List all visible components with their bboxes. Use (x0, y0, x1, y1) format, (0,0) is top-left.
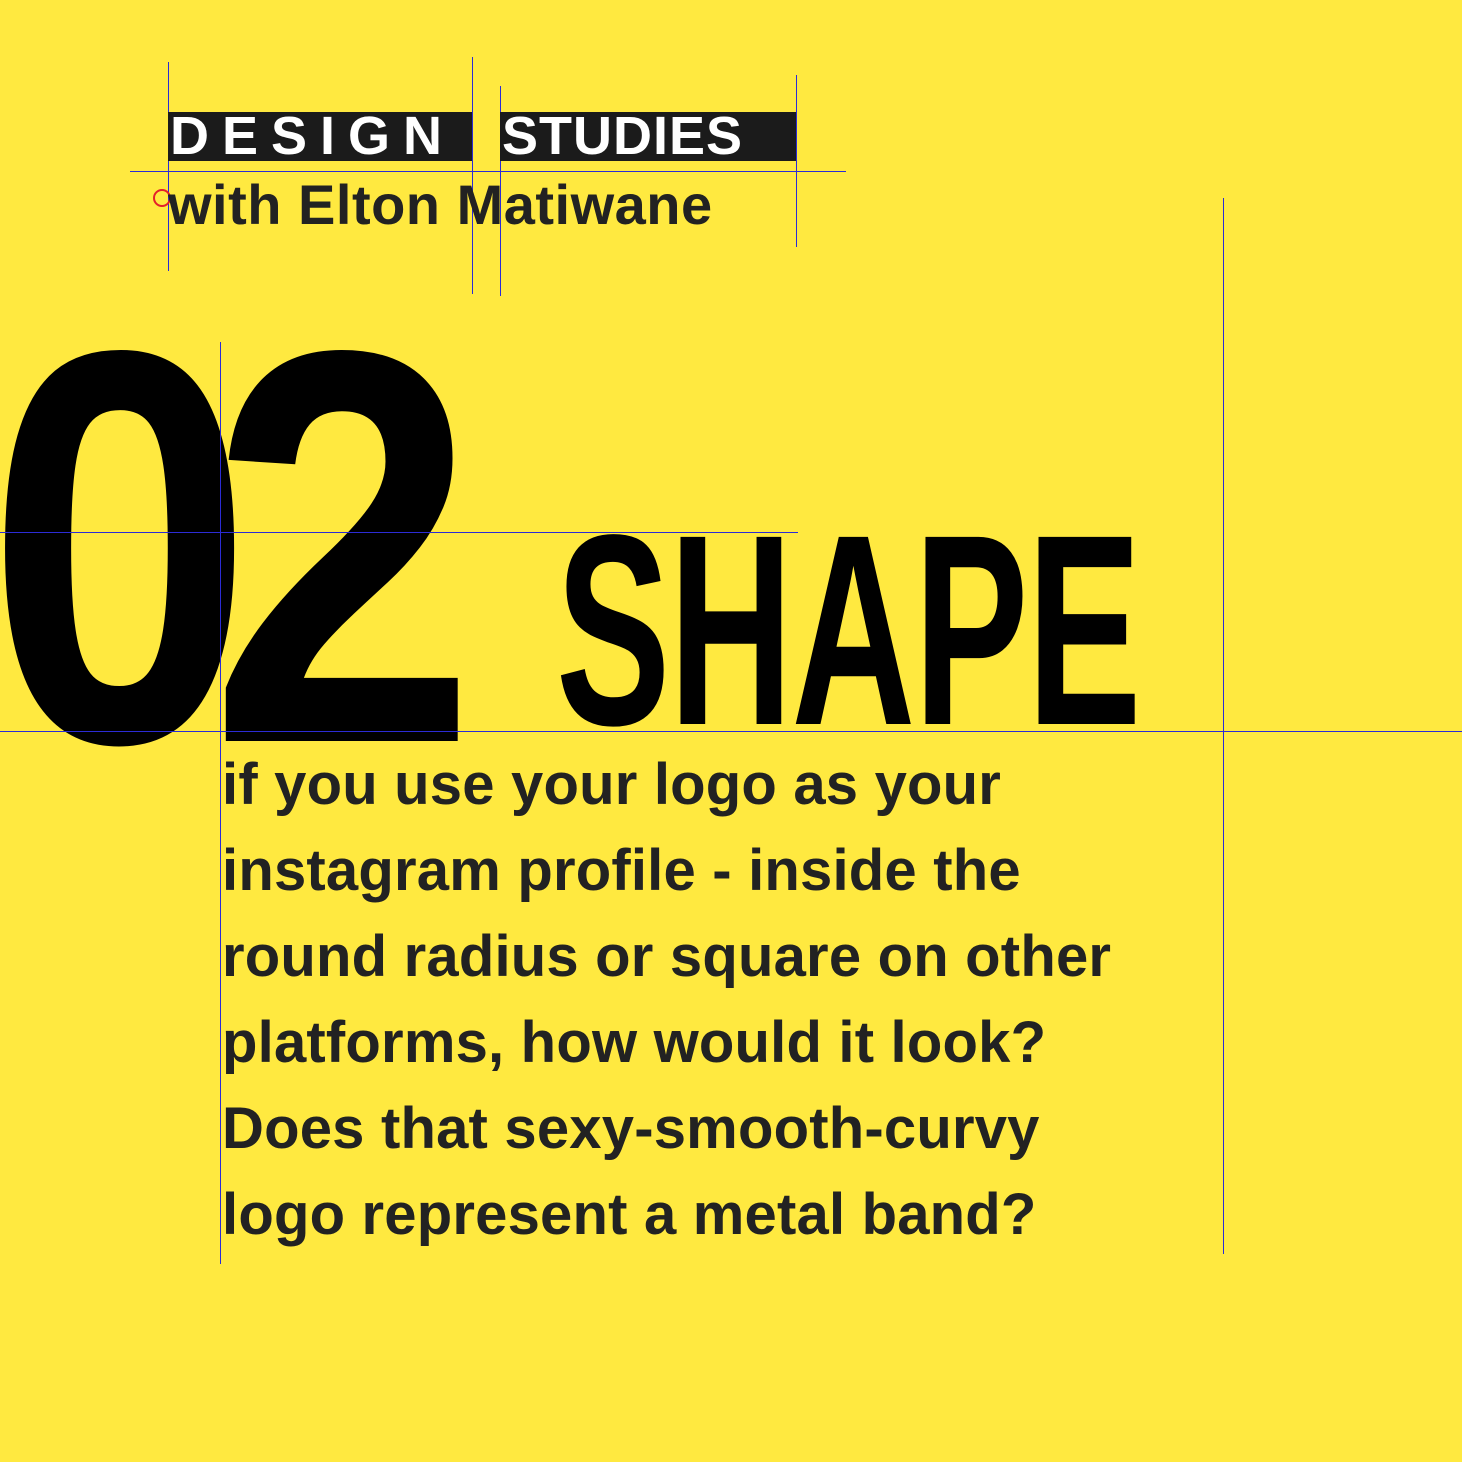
body-line: instagram profile - inside the (222, 838, 1021, 903)
body-line: round radius or square on other (222, 924, 1112, 989)
body-line: if you use your logo as your (222, 752, 1002, 817)
subtitle-author: with Elton Matiwane (168, 173, 713, 236)
body-line: platforms, how would it look? (222, 1010, 1047, 1075)
guide-horizontal-heading-top (0, 532, 798, 533)
guide-vertical-body-left (220, 342, 221, 1264)
section-number: 02 (0, 234, 477, 860)
body-line: logo represent a metal band? (222, 1182, 1037, 1247)
body-line: Does that sexy-smooth-curvy (222, 1096, 1040, 1161)
title-design: DESIGN (168, 112, 472, 161)
poster-canvas: DESIGN STUDIES with Elton Matiwane 02 SH… (0, 0, 1462, 1462)
body-copy: if you use your logo as your instagram p… (222, 742, 1232, 1258)
title-studies: STUDIES (500, 112, 796, 161)
section-heading: SHAPE (556, 478, 1141, 782)
